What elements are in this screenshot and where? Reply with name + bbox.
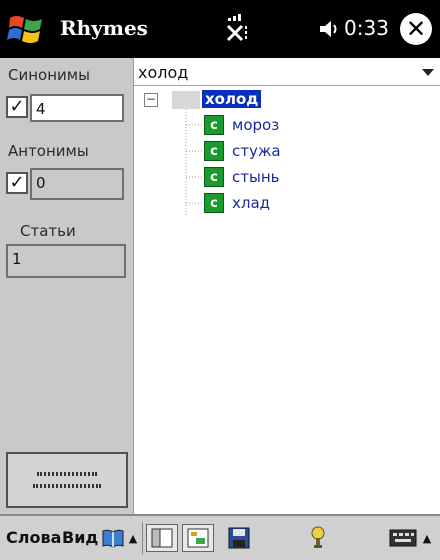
separator — [142, 522, 143, 554]
button-glyph-top — [37, 472, 97, 476]
articles-label: Статьи — [20, 222, 76, 240]
input-menu-arrow[interactable]: ▲ — [420, 524, 434, 552]
tree-root[interactable]: холод — [202, 90, 262, 108]
synonym-badge-icon: c — [204, 167, 224, 187]
keyboard-icon[interactable] — [388, 524, 418, 552]
signal-icon[interactable] — [224, 14, 250, 44]
tree-view-icon[interactable] — [182, 524, 214, 552]
antonyms-count-field[interactable]: 0 — [30, 168, 124, 200]
word-tree: − холод c мороз c стужа c стынь c хлад — [134, 87, 440, 514]
book-menu-arrow[interactable]: ▲ — [126, 524, 140, 552]
button-glyph-bottom — [33, 484, 101, 488]
antonyms-label: Антонимы — [8, 142, 89, 160]
book-icon[interactable] — [100, 524, 126, 552]
synonyms-label: Синонимы — [8, 66, 90, 84]
word-combo[interactable]: холод — [134, 58, 440, 86]
left-panel: Синонимы ✓ 4 Антонимы ✓ 0 Статьи 1 — [0, 58, 134, 514]
speaker-icon[interactable] — [318, 18, 340, 40]
app-title[interactable]: Rhymes — [60, 16, 148, 40]
action-button[interactable] — [6, 452, 128, 508]
tree-item-label[interactable]: стынь — [232, 168, 279, 186]
menu-bar: Слова Вид ▲ ▲ — [0, 514, 440, 560]
word-combo-value[interactable]: холод — [138, 63, 188, 82]
help-icon[interactable] — [306, 524, 330, 552]
collapse-toggle[interactable]: − — [144, 93, 158, 107]
panel-layout-icon[interactable] — [146, 524, 178, 552]
synonyms-count-field[interactable]: 4 — [30, 94, 124, 122]
menu-view[interactable]: Вид — [62, 528, 98, 547]
close-button[interactable]: ✕ — [400, 13, 432, 45]
tree-item-label[interactable]: хлад — [232, 194, 270, 212]
windows-start-flag-icon[interactable] — [6, 10, 46, 48]
synonyms-checkbox[interactable]: ✓ — [6, 96, 28, 118]
synonym-badge-icon: c — [204, 141, 224, 161]
synonym-badge-icon: c — [204, 115, 224, 135]
tree-item-label[interactable]: мороз — [232, 116, 279, 134]
chevron-down-icon[interactable] — [422, 69, 434, 76]
synonym-badge-icon: c — [204, 193, 224, 213]
tree-item[interactable]: c стужа — [204, 140, 281, 162]
antonyms-checkbox[interactable]: ✓ — [6, 172, 28, 194]
tree-item[interactable]: c хлад — [204, 192, 270, 214]
tree-item[interactable]: c стынь — [204, 166, 279, 188]
tree-item-label[interactable]: стужа — [232, 142, 281, 160]
clock[interactable]: 0:33 — [344, 16, 389, 40]
root-node-icon — [172, 91, 200, 109]
menu-words[interactable]: Слова — [6, 528, 61, 547]
tree-item[interactable]: c мороз — [204, 114, 279, 136]
articles-count-field[interactable]: 1 — [6, 244, 126, 278]
title-bar: Rhymes 0:33 ✕ — [0, 0, 440, 58]
save-icon[interactable] — [226, 524, 252, 552]
tree-connectors — [185, 109, 204, 215]
